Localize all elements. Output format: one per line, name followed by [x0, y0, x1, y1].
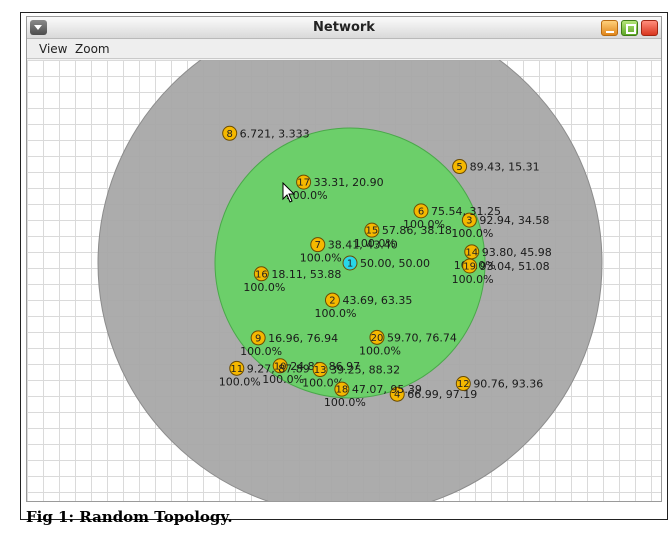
node-coordinates: 93.04, 51.08: [480, 260, 550, 273]
node-id: 17: [297, 178, 310, 189]
node-coordinates: 18.11, 53.88: [271, 268, 341, 281]
node-percentage: 100.0%: [452, 273, 494, 286]
node-id: 11: [230, 364, 243, 375]
node-id: 1: [347, 259, 353, 270]
window-title: Network: [313, 20, 375, 35]
node-id: 18: [335, 385, 348, 396]
node-id: 8: [226, 129, 232, 140]
close-button[interactable]: [641, 20, 658, 36]
node-percentage: 100.0%: [359, 344, 401, 357]
node-id: 19: [463, 262, 476, 273]
node-coordinates: 43.69, 63.35: [342, 294, 412, 307]
mouse-pointer-icon: [282, 182, 295, 203]
menu-bar: View Zoom: [27, 39, 661, 59]
menu-view[interactable]: View: [39, 42, 67, 56]
node-coordinates: 6.721, 3.333: [240, 127, 310, 140]
node-id: 9: [255, 333, 261, 344]
node-percentage: 100.0%: [300, 252, 342, 265]
node-id: 12: [457, 379, 470, 390]
topology-svg[interactable]: 1 50.00, 50.002 43.69, 63.35100.0%3 92.94, …: [27, 60, 662, 502]
node-id: 20: [371, 333, 384, 344]
topology-canvas[interactable]: 1 50.00, 50.00 2 43.69, 63.35 100.0% 3 92.94, …: [27, 60, 662, 502]
node-coordinates: 9.27, 87.89: [247, 362, 310, 375]
menu-zoom[interactable]: Zoom: [75, 42, 110, 56]
node-percentage: 100.0%: [324, 396, 366, 409]
node-coordinates: 57.86, 38.18: [382, 224, 452, 237]
node-id: 14: [465, 247, 478, 258]
node-percentage: 100.0%: [451, 227, 493, 240]
maximize-button[interactable]: [621, 20, 638, 36]
node-percentage: 100.0%: [219, 375, 261, 388]
figure-caption: Fig 1: Random Topology.: [26, 508, 233, 526]
node-coordinates: 75.54, 31.25: [431, 205, 501, 218]
node-id: 16: [255, 269, 268, 280]
node-coordinates: 90.76, 93.36: [473, 378, 543, 391]
minimize-button[interactable]: [601, 20, 618, 36]
node-id: 2: [329, 296, 335, 307]
node-id: 6: [418, 206, 424, 217]
node-id: 7: [315, 240, 321, 251]
node-coordinates: 50.00, 50.00: [360, 257, 430, 270]
network-node-12[interactable]: 12 90.76, 93.36: [455, 376, 543, 392]
node-id: 13: [314, 365, 327, 376]
node-coordinates: 33.31, 20.90: [314, 176, 384, 189]
node-percentage: 100.0%: [243, 281, 285, 294]
node-coordinates: 16.96, 76.94: [268, 332, 338, 345]
node-coordinates: 39.25, 88.32: [330, 364, 400, 377]
node-coordinates: 93.80, 45.98: [482, 246, 552, 259]
node-id: 15: [365, 226, 378, 237]
node-id: 5: [456, 162, 462, 173]
node-percentage: 100.0%: [354, 237, 396, 250]
node-percentage: 100.0%: [240, 345, 282, 358]
node-coordinates: 47.07, 95.39: [352, 383, 422, 396]
node-coordinates: 59.70, 76.74: [387, 331, 457, 344]
network-window: Network View Zoom 1 50.00, 50.00 2 43.69, 6…: [26, 16, 662, 502]
node-coordinates: 89.43, 15.31: [470, 161, 540, 174]
node-percentage: 100.0%: [314, 307, 356, 320]
title-bar[interactable]: Network: [27, 17, 661, 39]
